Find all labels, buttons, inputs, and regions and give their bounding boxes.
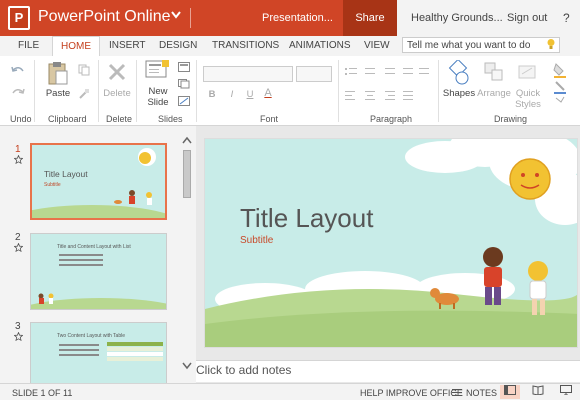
user-name[interactable]: Healthy Grounds... (411, 12, 503, 24)
font-name-dropdown[interactable] (203, 66, 293, 82)
underline-button[interactable]: U (245, 89, 255, 100)
thumbnail-title: Title and Content Layout with List (57, 244, 131, 250)
arrange-label[interactable]: Arrange (477, 88, 511, 99)
thumbnail-subtitle: Subtitle (44, 182, 61, 188)
tab-view[interactable]: VIEW (364, 40, 390, 51)
title-bar: P PowerPoint Online Presentation... Shar… (0, 0, 580, 36)
animation-star-icon (13, 331, 24, 343)
slide-number: 2 (15, 232, 21, 243)
italic-button[interactable]: I (227, 89, 237, 100)
thumbnail-bullet-line (59, 254, 103, 256)
quick-styles-icon[interactable] (518, 62, 538, 85)
notes-area[interactable]: Click to add notes (196, 360, 580, 382)
group-label-paragraph: Paragraph (370, 114, 413, 124)
user-area: Healthy Grounds... Sign out ? (397, 0, 580, 36)
main-slide[interactable]: Title Layout Subtitle (204, 138, 578, 348)
alignment-icon[interactable] (345, 90, 429, 105)
font-color-button[interactable]: A (262, 88, 274, 99)
new-slide-label[interactable]: New Slide (143, 86, 173, 108)
tab-design[interactable]: DESIGN (159, 40, 197, 51)
help-improve-link[interactable]: HELP IMPROVE OFFICE (360, 388, 463, 398)
slide-thumbnails-pane: 1 Title Layout Subtitle 2 Title and Cont… (0, 126, 196, 383)
format-painter-icon[interactable] (78, 88, 90, 103)
help-icon[interactable]: ? (563, 11, 570, 25)
group-separator (438, 60, 439, 122)
slide-number: 1 (15, 144, 21, 155)
group-label-slides: Slides (158, 114, 183, 124)
paste-icon[interactable] (47, 60, 69, 89)
redo-icon[interactable] (10, 86, 26, 103)
new-slide-icon[interactable] (145, 60, 169, 83)
tab-home[interactable]: HOME (52, 36, 100, 56)
undo-icon[interactable] (10, 64, 26, 81)
scroll-up-icon[interactable] (182, 136, 192, 146)
delete-x-icon[interactable] (107, 62, 127, 85)
paste-label[interactable]: Paste (44, 88, 72, 99)
slide-subtitle[interactable]: Subtitle (240, 235, 273, 246)
shapes-label[interactable]: Shapes (442, 88, 476, 99)
title-separator (190, 8, 191, 28)
group-separator (338, 60, 339, 122)
chevron-down-icon[interactable] (170, 8, 182, 25)
group-label-drawing: Drawing (494, 114, 528, 124)
sign-out-link[interactable]: Sign out (507, 12, 547, 24)
notes-icon[interactable] (452, 387, 462, 399)
slide-thumbnail-2[interactable]: Title and Content Layout with List (30, 233, 167, 310)
powerpoint-logo-icon[interactable]: P (8, 6, 30, 30)
copy-icon[interactable] (78, 64, 90, 79)
notes-button[interactable]: NOTES (466, 388, 497, 398)
ribbon: Undo Paste Clipboard Delete Delete New S… (0, 56, 580, 126)
status-bar: SLIDE 1 OF 11 HELP IMPROVE OFFICE NOTES (0, 383, 580, 400)
layout-icon[interactable] (178, 62, 190, 75)
slideshow-view-icon[interactable] (556, 385, 576, 399)
app-name[interactable]: PowerPoint Online (38, 8, 171, 26)
thumbnail-bullet-line (59, 349, 99, 351)
font-size-dropdown[interactable] (296, 66, 332, 82)
arrange-icon[interactable] (484, 62, 504, 85)
lightbulb-icon (546, 38, 556, 53)
group-label-undo: Undo (10, 114, 32, 124)
scrollbar-thumb[interactable] (183, 150, 191, 198)
group-label-delete: Delete (106, 114, 133, 124)
animation-star-icon (13, 242, 24, 254)
group-label-clipboard: Clipboard (48, 114, 87, 124)
tab-animations[interactable]: ANIMATIONS (289, 40, 350, 51)
tab-file[interactable]: FILE (18, 40, 39, 51)
slide-number: 3 (15, 321, 21, 332)
scroll-down-icon[interactable] (182, 362, 192, 372)
thumbnail-title: Two Content Layout with Table (57, 333, 126, 339)
thumbnail-title: Title Layout (44, 169, 88, 179)
thumbnail-bullet-line (59, 264, 103, 266)
shape-fill-icon[interactable] (553, 62, 567, 111)
shapes-icon[interactable] (446, 58, 470, 89)
hide-slide-icon[interactable] (178, 96, 190, 109)
slide-thumbnail-1[interactable]: Title Layout Subtitle (30, 143, 167, 220)
thumbnail-bullet-line (59, 259, 103, 261)
slide-title[interactable]: Title Layout (240, 203, 373, 234)
bold-button[interactable]: B (207, 89, 217, 100)
tab-transitions[interactable]: TRANSITIONS (212, 40, 279, 51)
duplicate-slide-icon[interactable] (178, 79, 190, 92)
normal-view-icon[interactable] (500, 385, 520, 399)
slide-counter: SLIDE 1 OF 11 (12, 388, 73, 398)
thumbnail-bullet-line (59, 344, 99, 346)
thumbnail-bullet-line (59, 354, 99, 356)
share-button[interactable]: Share (343, 0, 397, 36)
group-separator (34, 60, 35, 122)
animation-star-icon (13, 154, 24, 166)
group-separator (98, 60, 99, 122)
group-separator (136, 60, 137, 122)
reading-view-icon[interactable] (528, 385, 548, 399)
delete-label[interactable]: Delete (101, 88, 133, 99)
document-title[interactable]: Presentation... (262, 12, 333, 24)
slide-thumbnail-3[interactable]: Two Content Layout with Table (30, 322, 167, 383)
group-separator (196, 60, 197, 122)
quick-styles-label[interactable]: Quick Styles (512, 88, 544, 110)
group-label-font: Font (260, 114, 279, 124)
thumbnail-table (107, 342, 163, 361)
bullets-icon[interactable] (345, 66, 429, 83)
tell-me-input[interactable]: Tell me what you want to do (402, 37, 560, 53)
tab-insert[interactable]: INSERT (109, 40, 146, 51)
